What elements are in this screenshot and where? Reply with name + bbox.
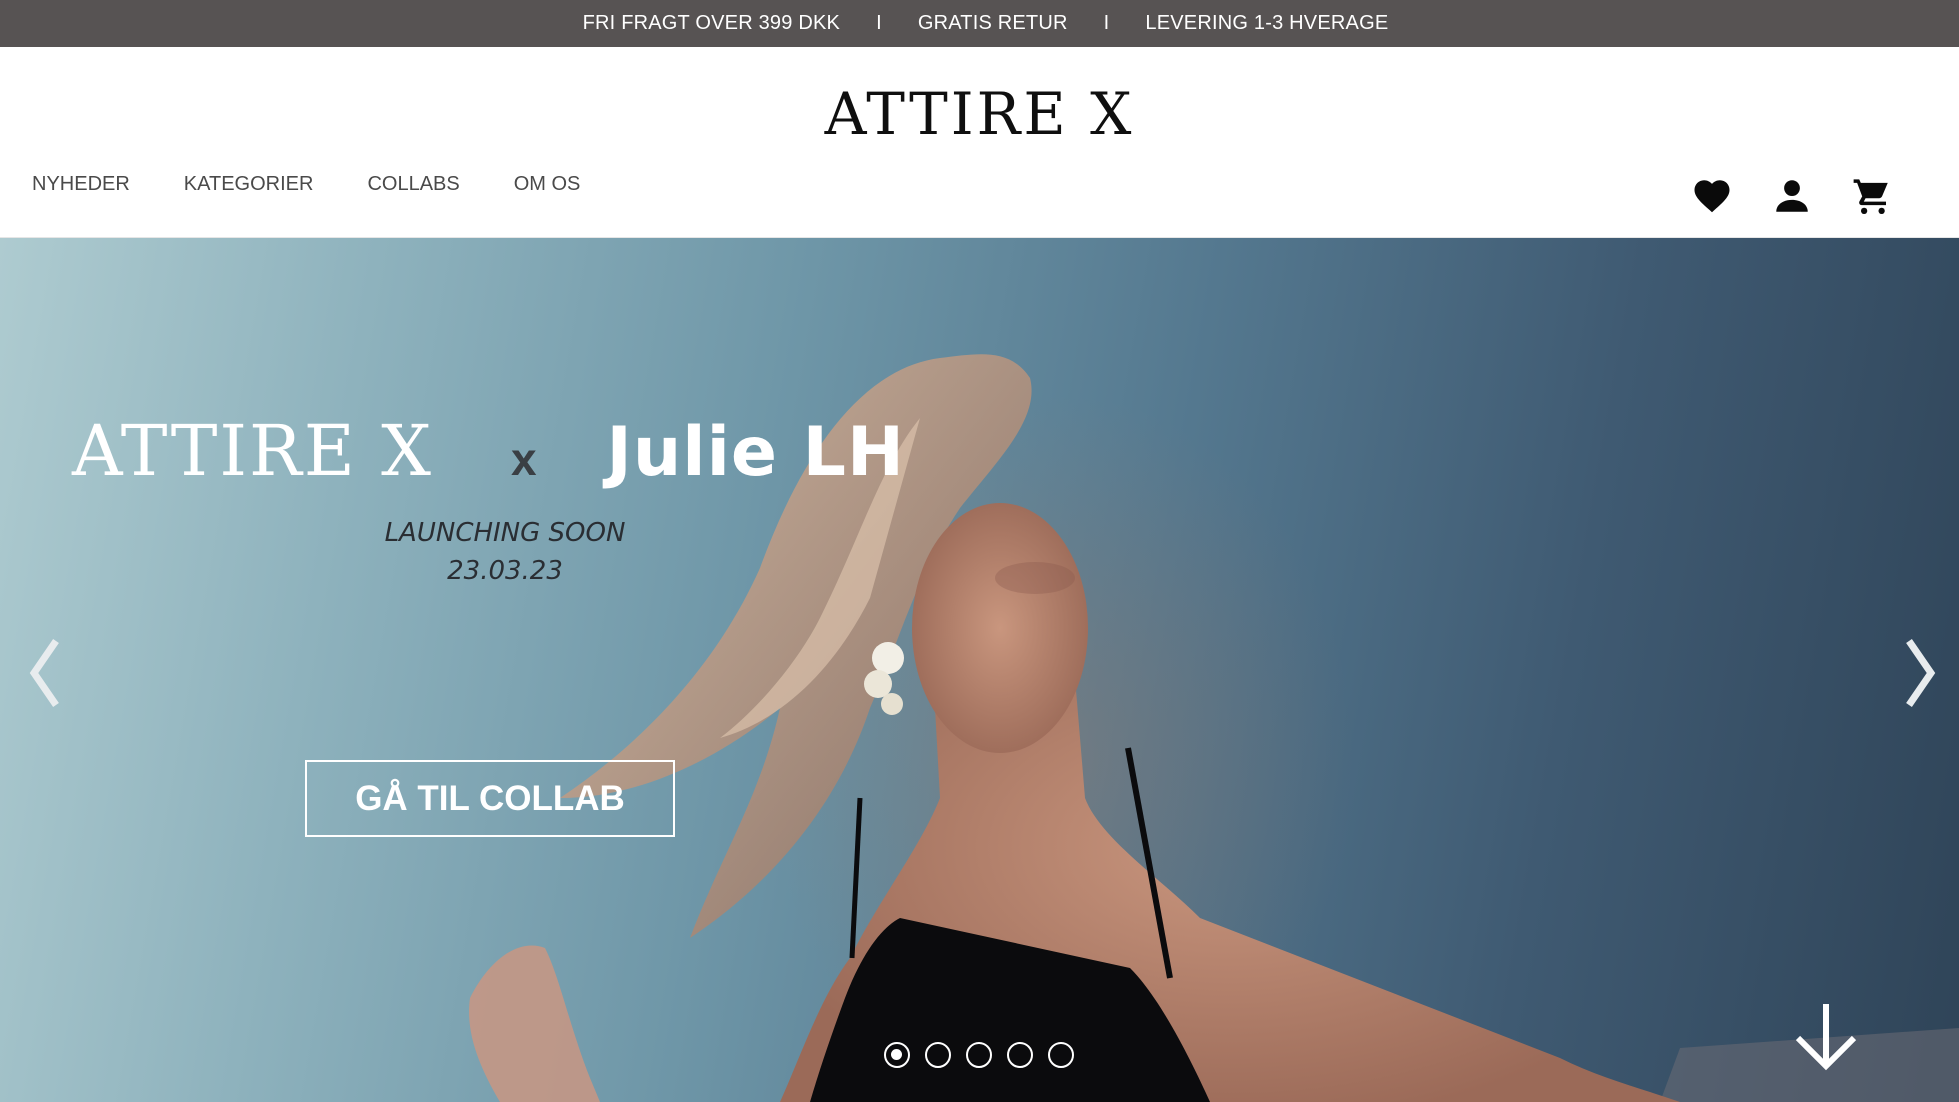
- arrow-down-icon[interactable]: [1794, 1002, 1858, 1072]
- nav-item-kategorier[interactable]: KATEGORIER: [184, 173, 314, 196]
- chevron-left-icon[interactable]: [26, 633, 66, 713]
- announcement-separator: I: [876, 12, 882, 34]
- announcement-free-returns: GRATIS RETUR: [917, 12, 1068, 34]
- cart-icon[interactable]: [1851, 175, 1893, 217]
- hero-title: ATTIRE X x Julie LH: [72, 410, 905, 492]
- nav-item-nyheder[interactable]: NYHEDER: [32, 173, 130, 196]
- carousel-pagination: [884, 1042, 1074, 1068]
- hero-collab-x: x: [510, 433, 537, 485]
- announcement-delivery: LEVERING 1-3 HVERAGE: [1145, 12, 1389, 34]
- hero-launch-date: 23.03.23: [447, 556, 563, 586]
- carousel-dot-1[interactable]: [884, 1042, 910, 1068]
- go-to-collab-button[interactable]: GÅ TIL COLLAB: [305, 760, 675, 837]
- nav-item-collabs[interactable]: COLLABS: [367, 173, 459, 196]
- nav-item-om-os[interactable]: OM OS: [514, 173, 581, 196]
- account-icon[interactable]: [1771, 175, 1813, 217]
- site-logo[interactable]: ATTIRE X: [0, 80, 1959, 148]
- carousel-dot-5[interactable]: [1048, 1042, 1074, 1068]
- announcement-bar: FRI FRAGT OVER 399 DKK I GRATIS RETUR I …: [0, 0, 1959, 47]
- hero-subtitle: LAUNCHING SOON 23.03.23: [330, 514, 680, 590]
- header-actions: [1691, 175, 1893, 217]
- chevron-right-icon[interactable]: [1899, 633, 1939, 713]
- carousel-dot-4[interactable]: [1007, 1042, 1033, 1068]
- hero-brand: ATTIRE X: [72, 410, 433, 492]
- main-nav: NYHEDER KATEGORIER COLLABS OM OS: [32, 173, 580, 196]
- carousel-dot-2[interactable]: [925, 1042, 951, 1068]
- hero-launch-text: LAUNCHING SOON: [384, 518, 626, 548]
- hero-photo: [469, 354, 1959, 1102]
- site-header: ATTIRE X NYHEDER KATEGORIER COLLABS OM O…: [0, 47, 1959, 238]
- announcement-free-shipping: FRI FRAGT OVER 399 DKK: [582, 12, 841, 34]
- heart-icon[interactable]: [1691, 175, 1733, 217]
- announcement-separator: I: [1103, 12, 1110, 34]
- hero-carousel: ATTIRE X x Julie LH LAUNCHING SOON 23.03…: [0, 238, 1959, 1102]
- carousel-dot-3[interactable]: [966, 1042, 992, 1068]
- hero-collab-name: Julie LH: [606, 413, 905, 492]
